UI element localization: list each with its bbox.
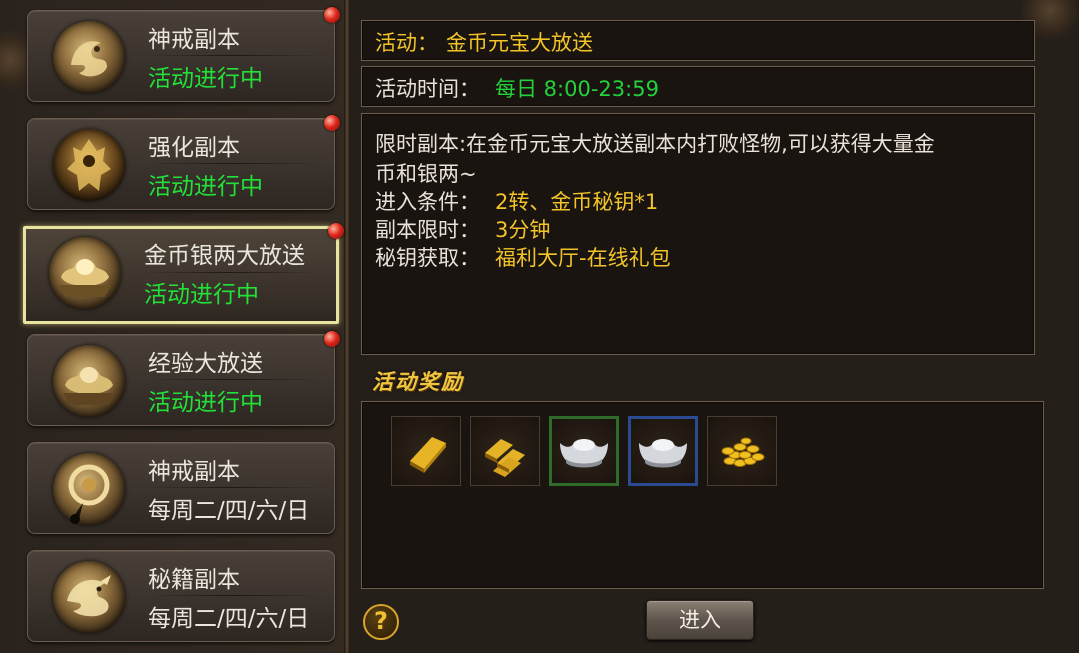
notification-dot-icon: [328, 223, 344, 239]
activity-item-shenjie-weekly[interactable]: 神戒副本 每周二/四/六/日: [27, 442, 335, 534]
gold-coins-pile-icon: [721, 437, 765, 467]
activity-item-status: 活动进行中: [144, 282, 259, 308]
time-limit-label: 副本限时：: [375, 218, 480, 242]
item-divider: [146, 595, 322, 596]
gold-bar-icon: [410, 437, 446, 473]
dragon-medallion-icon: [53, 561, 125, 633]
activity-name: 金币元宝大放送: [446, 31, 593, 55]
dragon-medallion-icon: [53, 21, 125, 93]
activity-item-qianghua[interactable]: 强化副本 活动进行中: [27, 115, 340, 210]
reward-slot[interactable]: [549, 416, 619, 486]
entry-condition-value: 2转、金币秘钥*1: [495, 190, 659, 214]
rewards-box: [361, 401, 1044, 589]
activity-item-title: 金币银两大放送: [144, 243, 305, 269]
activity-name-box: 活动： 金币元宝大放送: [361, 20, 1035, 61]
silver-ingot-icon: [639, 439, 687, 468]
reward-slot[interactable]: [707, 416, 777, 486]
help-button[interactable]: ?: [363, 604, 399, 640]
key-source-label: 秘钥获取：: [375, 246, 480, 270]
reward-slot[interactable]: [628, 416, 698, 486]
activity-item-status: 活动进行中: [148, 174, 263, 200]
activity-label: 活动：: [375, 31, 438, 55]
activity-item-title: 秘籍副本: [148, 567, 240, 593]
armored-warrior-icon: [53, 129, 125, 201]
activity-item-title: 神戒副本: [148, 459, 240, 485]
activity-time-box: 活动时间： 每日 8:00-23:59: [361, 66, 1035, 107]
activity-time-value: 每日 8:00-23:59: [495, 77, 659, 101]
reward-slot[interactable]: [391, 416, 461, 486]
activity-item-status: 活动进行中: [148, 66, 263, 92]
activity-item-shenjie[interactable]: 神戒副本 活动进行中: [27, 7, 340, 102]
activity-item-schedule: 每周二/四/六/日: [148, 606, 310, 632]
activity-item-title: 神戒副本: [148, 27, 240, 53]
activity-item-jingyan[interactable]: 经验大放送 活动进行中: [27, 331, 340, 426]
item-divider: [146, 163, 322, 164]
description-line: 币和银两~: [375, 162, 477, 186]
gold-ingot-icon: [49, 237, 121, 309]
notification-dot-icon: [324, 7, 340, 23]
item-divider: [146, 379, 322, 380]
activity-item-status: 活动进行中: [148, 390, 263, 416]
key-source-value: 福利大厅-在线礼包: [495, 246, 671, 270]
enter-button[interactable]: 进入: [646, 600, 754, 640]
activity-item-title: 强化副本: [148, 135, 240, 161]
silver-ingot-icon: [560, 439, 608, 468]
activity-time-label: 活动时间：: [375, 77, 480, 101]
time-limit-value: 3分钟: [495, 218, 551, 242]
item-divider: [142, 272, 318, 273]
activity-item-schedule: 每周二/四/六/日: [148, 498, 310, 524]
rewards-heading: 活动奖励: [372, 369, 464, 394]
notification-dot-icon: [324, 331, 340, 347]
activity-item-miji[interactable]: 秘籍副本 每周二/四/六/日: [27, 550, 335, 642]
item-divider: [146, 487, 322, 488]
activity-item-title: 经验大放送: [148, 351, 263, 377]
entry-condition-label: 进入条件：: [375, 190, 480, 214]
activity-item-jinbi-yinliang[interactable]: 金币银两大放送 活动进行中: [23, 223, 344, 324]
notification-dot-icon: [324, 115, 340, 131]
description-line: 限时副本:在金币元宝大放送副本内打败怪物,可以获得大量金: [375, 132, 935, 156]
item-divider: [146, 55, 322, 56]
ring-amulet-icon: [53, 453, 125, 525]
activity-description-box: 限时副本:在金币元宝大放送副本内打败怪物,可以获得大量金 币和银两~ 进入条件：…: [361, 113, 1035, 355]
reward-slot[interactable]: [470, 416, 540, 486]
gold-ingot-icon: [53, 345, 125, 417]
gold-bars-stack-icon: [485, 439, 525, 477]
